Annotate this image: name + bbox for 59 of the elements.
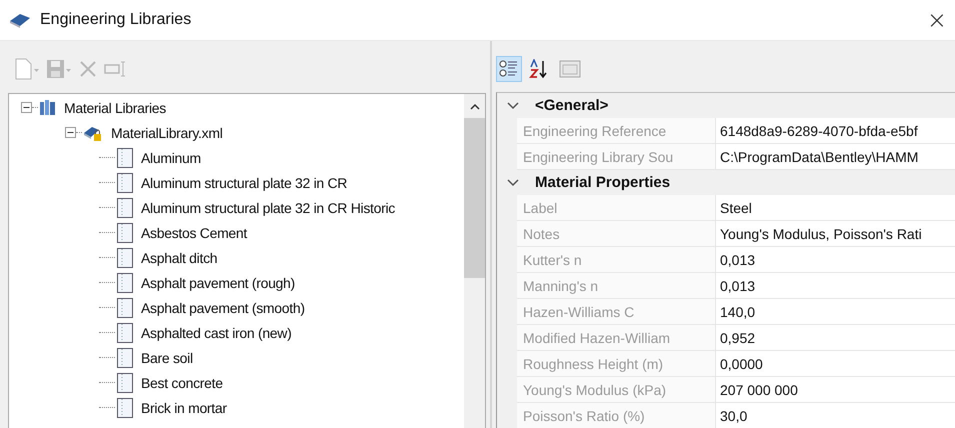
window-title: Engineering Libraries	[40, 11, 192, 29]
document-icon	[117, 248, 133, 268]
property-label: Young's Modulus (kPa)	[517, 377, 716, 402]
property-value[interactable]: 6148d8a9-6289-4070-bfda-e5bf	[716, 118, 955, 143]
property-label: Manning's n	[517, 273, 716, 298]
tree-item[interactable]: Asphalted cast iron (new)	[141, 324, 292, 340]
property-value[interactable]: 207 000 000	[716, 377, 955, 402]
collapse-icon[interactable]	[21, 102, 32, 113]
document-icon	[117, 148, 133, 168]
scrollbar[interactable]	[464, 94, 485, 428]
document-icon	[117, 172, 133, 192]
property-value[interactable]: 0,013	[716, 247, 955, 272]
close-button[interactable]: ×	[922, 6, 951, 34]
book-stack-icon	[39, 99, 56, 116]
property-value[interactable]: Young's Modulus, Poisson's Rati	[716, 221, 955, 246]
property-value[interactable]: 30,0	[716, 403, 955, 428]
property-value[interactable]: C:\ProgramData\Bentley\HAMM	[716, 144, 955, 169]
document-icon	[117, 198, 133, 218]
property-value[interactable]: 140,0	[716, 299, 955, 324]
tree-item[interactable]: Aluminum	[141, 150, 201, 166]
tree-item[interactable]: Material Libraries	[64, 100, 166, 116]
tree-item[interactable]: Asbestos Cement	[141, 224, 247, 240]
collapse-icon[interactable]	[65, 127, 76, 138]
book-icon	[9, 12, 31, 28]
category-header: <General>	[535, 97, 608, 114]
tree-item[interactable]: MaterialLibrary.xml	[111, 124, 223, 140]
property-value[interactable]: 0,0000	[716, 351, 955, 376]
tree-item[interactable]: Asphalt ditch	[141, 250, 218, 266]
property-label: Hazen-Williams C	[517, 299, 716, 324]
property-value[interactable]: 0,952	[716, 325, 955, 350]
tree-item[interactable]: Asphalt pavement (smooth)	[141, 300, 305, 316]
tree-item[interactable]: Aluminum structural plate 32 in CR	[141, 174, 348, 190]
property-label: Modified Hazen-William	[517, 325, 716, 350]
property-label: Engineering Reference	[517, 118, 716, 143]
tree-item[interactable]: Asphalt pavement (rough)	[141, 274, 295, 290]
document-icon	[117, 398, 133, 418]
property-label: Engineering Library Sou	[517, 144, 716, 169]
chevron-icon[interactable]	[507, 178, 519, 186]
document-icon	[117, 348, 133, 368]
property-label: Label	[517, 195, 716, 220]
document-icon	[117, 322, 133, 342]
property-value[interactable]: Steel	[716, 195, 955, 220]
tree-item[interactable]: Best concrete	[141, 374, 223, 390]
document-icon	[117, 298, 133, 318]
categorized-icon[interactable]	[496, 56, 522, 82]
document-icon	[117, 222, 133, 242]
document-icon	[117, 372, 133, 392]
document-icon	[117, 272, 133, 292]
scroll-up-icon[interactable]	[470, 103, 480, 110]
tree-item[interactable]: Brick in mortar	[141, 400, 227, 416]
chevron-icon[interactable]	[507, 102, 519, 110]
property-label: Kutter's n	[517, 247, 716, 272]
property-label: Notes	[517, 221, 716, 246]
tree-item[interactable]: Aluminum structural plate 32 in CR Historic	[141, 200, 395, 216]
property-label: Roughness Height (m)	[517, 351, 716, 376]
category-header: Material Properties	[535, 174, 670, 191]
property-value[interactable]: 0,013	[716, 273, 955, 298]
property-label: Poisson's Ratio (%)	[517, 403, 716, 428]
tree-item[interactable]: Bare soil	[141, 350, 193, 366]
